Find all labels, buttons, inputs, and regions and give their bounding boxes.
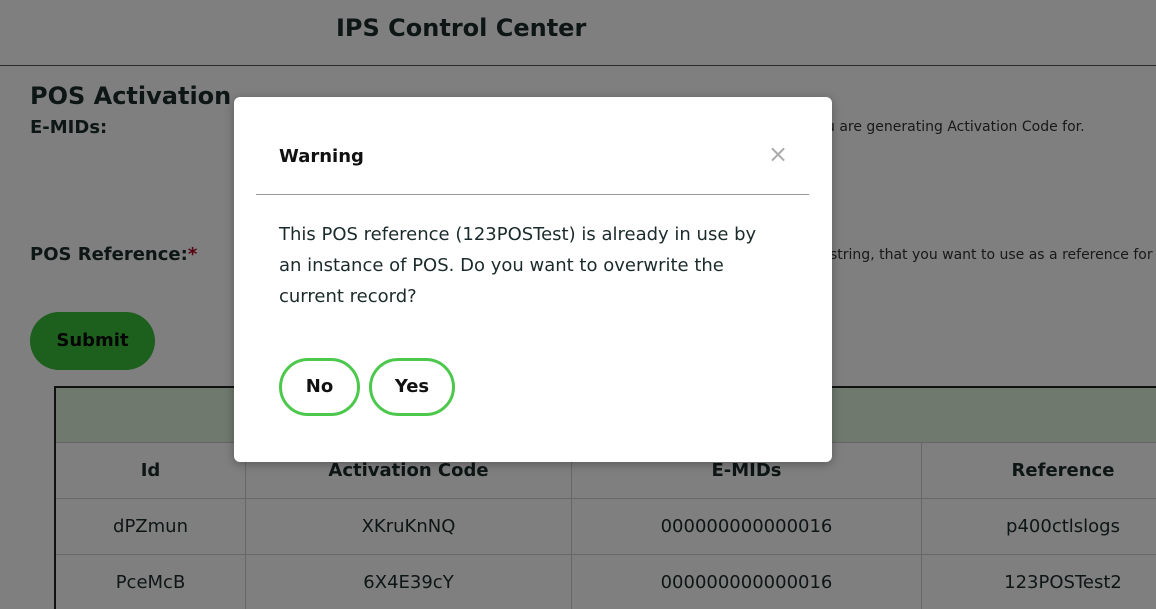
yes-button[interactable]: Yes bbox=[369, 358, 455, 416]
dialog-divider bbox=[256, 194, 809, 195]
dialog-message: This POS reference (123POSTest) is alrea… bbox=[279, 224, 757, 307]
dialog-title: Warning bbox=[279, 146, 364, 167]
close-icon[interactable]: × bbox=[767, 141, 789, 167]
no-button[interactable]: No bbox=[279, 358, 360, 416]
page: IPS Control Center POS Activation E-MIDs… bbox=[0, 0, 1156, 609]
warning-dialog: Warning × This POS reference (123POSTest… bbox=[234, 97, 832, 462]
